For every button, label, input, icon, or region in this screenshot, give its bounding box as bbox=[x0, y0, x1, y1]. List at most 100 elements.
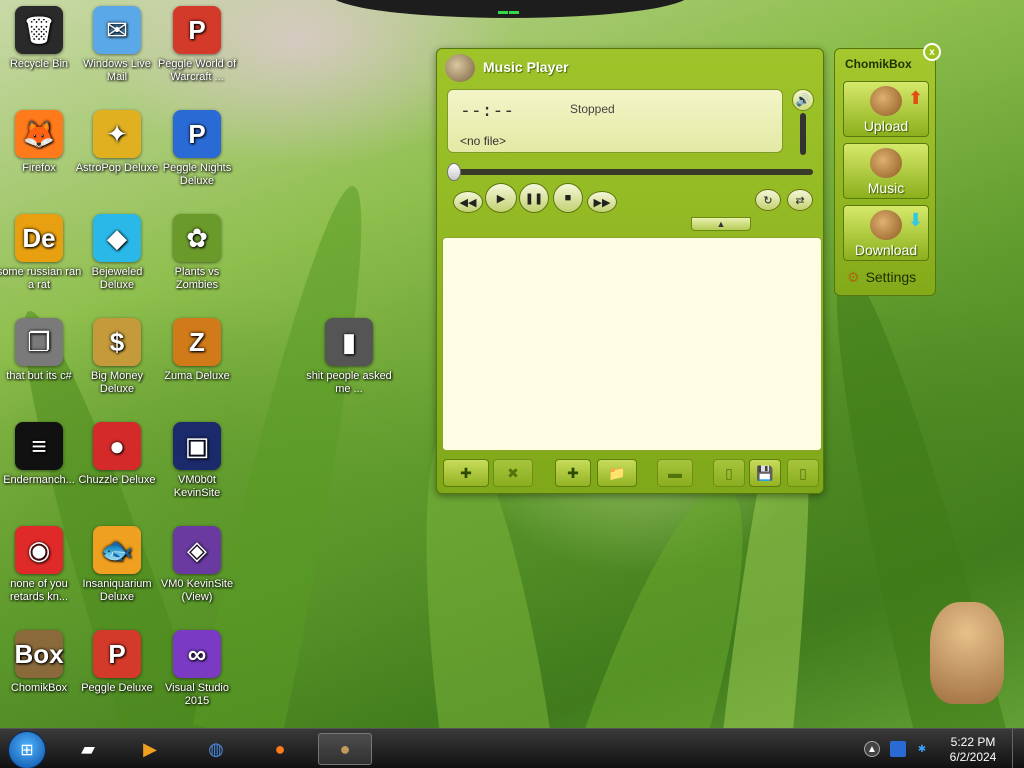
stop-button[interactable]: ■ bbox=[553, 183, 583, 213]
time-readout: --:-- bbox=[460, 100, 515, 121]
desktop-icon[interactable]: ◆ Bejeweled Deluxe bbox=[74, 214, 160, 292]
download-button[interactable]: ⬇ Download bbox=[843, 205, 929, 261]
app-icon: ● bbox=[93, 422, 141, 470]
desktop-icon-label: Recycle Bin bbox=[9, 58, 69, 70]
export-playlist-button[interactable]: ▯ bbox=[787, 459, 819, 487]
music-label: Music bbox=[867, 180, 905, 196]
desktop-icon-label: Firefox bbox=[22, 162, 56, 174]
taskbar-firefox[interactable]: ● bbox=[258, 733, 302, 765]
repeat-button[interactable]: ↻ bbox=[755, 189, 781, 211]
desktop-icon[interactable]: ◈ VM0 KevinSite (View) bbox=[154, 526, 240, 604]
app-icon: 🦊 bbox=[15, 110, 63, 158]
desktop-icon[interactable]: ❐ that but its c# bbox=[0, 318, 82, 383]
desktop-icon-label: Visual Studio 2015 bbox=[164, 682, 229, 707]
settings-button[interactable]: ⚙ Settings bbox=[847, 269, 916, 286]
close-button[interactable]: x bbox=[923, 43, 941, 61]
app-icon: ✉ bbox=[93, 6, 141, 54]
music-button[interactable]: Music bbox=[843, 143, 929, 199]
desktop-icon[interactable]: ✦ AstroPop Deluxe bbox=[74, 110, 160, 175]
fast-forward-icon: ▶▶ bbox=[593, 196, 611, 209]
taskbar-browser[interactable]: ◍ bbox=[194, 733, 238, 765]
desktop-icon[interactable]: P Peggle Deluxe bbox=[74, 630, 160, 695]
notch-indicator: ▬▬ bbox=[498, 6, 520, 17]
desktop-icon-label: Bejeweled Deluxe bbox=[91, 266, 143, 291]
show-desktop-button[interactable] bbox=[1012, 729, 1024, 768]
shuffle-icon: ⇄ bbox=[795, 194, 805, 207]
desktop-icon[interactable]: 🐟 Insaniquarium Deluxe bbox=[74, 526, 160, 604]
desktop-icon[interactable]: 🗑 Recycle Bin bbox=[0, 6, 82, 71]
desktop-icon[interactable]: ✿ Plants vs Zombies bbox=[154, 214, 240, 292]
globe-icon: ◍ bbox=[208, 738, 224, 759]
start-button[interactable]: ⊞ bbox=[8, 731, 46, 768]
desktop-icon-label: Endermanch... bbox=[3, 474, 75, 486]
desktop-icon[interactable]: P Peggle World of Warcraft ... bbox=[154, 6, 240, 84]
app-icon: $ bbox=[93, 318, 141, 366]
desktop-icon-label: that but its c# bbox=[6, 370, 72, 382]
chomik-add-icon: ✚ bbox=[460, 464, 472, 481]
repeat-icon: ↻ bbox=[763, 194, 773, 207]
desktop-icon[interactable]: ● Chuzzle Deluxe bbox=[74, 422, 160, 487]
add-folder-button[interactable]: 📁 bbox=[597, 459, 637, 487]
desktop-icon[interactable]: P Peggle Nights Deluxe bbox=[154, 110, 240, 188]
desktop-icon-label: Plants vs Zombies bbox=[174, 266, 220, 291]
desktop-icon[interactable]: ≡ Endermanch... bbox=[0, 422, 82, 487]
play-button[interactable]: ▶ bbox=[485, 183, 517, 213]
remove-chomik-button[interactable]: ✖ bbox=[493, 459, 533, 487]
desktop-icon-label: AstroPop Deluxe bbox=[75, 162, 159, 174]
pause-button[interactable]: ❚❚ bbox=[519, 183, 549, 213]
show-hidden-icons-button[interactable]: ▲ bbox=[864, 741, 880, 757]
chevron-up-icon: ▲ bbox=[867, 743, 877, 755]
desktop-icon-label: Chuzzle Deluxe bbox=[78, 474, 156, 486]
bluetooth-icon[interactable]: ✱ bbox=[914, 741, 930, 757]
windows-logo-icon: ⊞ bbox=[20, 742, 34, 759]
collapse-toggle[interactable]: ▲ bbox=[691, 217, 751, 231]
app-icon: ❐ bbox=[15, 318, 63, 366]
new-playlist-button[interactable]: ▯ bbox=[713, 459, 745, 487]
system-clock[interactable]: 5:22 PM 6/2/2024 bbox=[942, 735, 1004, 765]
desktop-icon[interactable]: Z Zuma Deluxe bbox=[154, 318, 240, 383]
music-player-window[interactable]: Music Player --:-- Stopped <no file> 🔊 ◀… bbox=[436, 48, 824, 494]
save-playlist-button[interactable]: 💾 bbox=[749, 459, 781, 487]
desktop-icon[interactable]: De some russian ran a rat bbox=[0, 214, 82, 292]
desktop-icon[interactable]: ✉ Windows Live Mail bbox=[74, 6, 160, 84]
desktop-icon-label: Peggle Nights Deluxe bbox=[162, 162, 232, 187]
volume-slider[interactable] bbox=[800, 113, 806, 155]
app-icon: 🐟 bbox=[93, 526, 141, 574]
seek-bar[interactable] bbox=[447, 163, 813, 181]
desktop-icon[interactable]: ▣ VM0b0t KevinSite bbox=[154, 422, 240, 500]
fast-forward-button[interactable]: ▶▶ bbox=[587, 191, 617, 213]
chomikbox-title: ChomikBox bbox=[845, 57, 912, 71]
desktop-icon-label: Big Money Deluxe bbox=[91, 370, 143, 395]
desktop-icon[interactable]: $ Big Money Deluxe bbox=[74, 318, 160, 396]
rewind-button[interactable]: ◀◀ bbox=[453, 191, 483, 213]
hamster-mascot[interactable] bbox=[930, 602, 1004, 704]
volume-icon[interactable]: 🔊 bbox=[792, 89, 814, 111]
network-icon[interactable] bbox=[890, 741, 906, 757]
desktop-icon-label: Peggle Deluxe bbox=[81, 682, 153, 694]
app-icon: ✦ bbox=[93, 110, 141, 158]
remove-item-button[interactable]: ▬ bbox=[657, 459, 693, 487]
playlist-area[interactable] bbox=[442, 237, 822, 451]
desktop-icon[interactable]: ◉ none of you retards kn... bbox=[0, 526, 82, 604]
add-file-button[interactable]: ✚ bbox=[555, 459, 591, 487]
firefox-icon: ● bbox=[274, 738, 286, 759]
add-chomik-button[interactable]: ✚ bbox=[443, 459, 489, 487]
desktop-icon[interactable]: ∞ Visual Studio 2015 bbox=[154, 630, 240, 708]
taskbar-explorer[interactable]: ▰ bbox=[66, 733, 110, 765]
desktop-icon[interactable]: 🦊 Firefox bbox=[0, 110, 82, 175]
player-title: Music Player bbox=[483, 59, 569, 75]
hamster-icon bbox=[870, 86, 902, 116]
app-icon: ▮ bbox=[325, 318, 373, 366]
desktop-icon-label: Zuma Deluxe bbox=[164, 370, 230, 382]
chomikbox-icon: ● bbox=[339, 738, 351, 759]
desktop-icon[interactable]: ▮ shit people asked me ... bbox=[306, 318, 392, 396]
clock-date: 6/2/2024 bbox=[949, 750, 997, 764]
pause-icon: ❚❚ bbox=[524, 192, 544, 205]
player-display: --:-- Stopped <no file> bbox=[447, 89, 783, 153]
taskbar-chomikbox[interactable]: ● bbox=[318, 733, 372, 765]
desktop-icon[interactable]: Box ChomikBox bbox=[0, 630, 82, 695]
shuffle-button[interactable]: ⇄ bbox=[787, 189, 813, 211]
taskbar-media-player[interactable]: ▶ bbox=[128, 733, 172, 765]
seek-handle[interactable] bbox=[447, 163, 461, 181]
upload-button[interactable]: ⬆ Upload bbox=[843, 81, 929, 137]
